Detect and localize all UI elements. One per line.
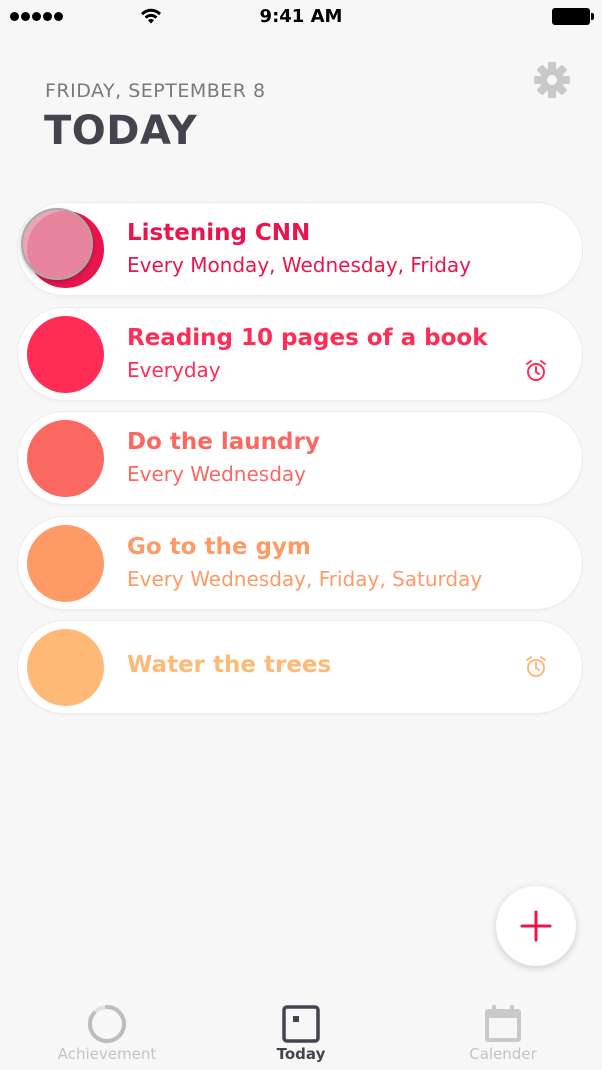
status-time: 9:41 AM — [259, 6, 343, 27]
alarm-clock-icon — [526, 656, 546, 677]
habit-card-water-trees[interactable]: Water the trees — [18, 621, 582, 713]
touch-indicator — [21, 208, 93, 280]
gear-icon[interactable] — [532, 60, 572, 100]
habit-schedule: Every Monday, Wednesday, Friday — [127, 253, 471, 277]
add-habit-button[interactable] — [496, 886, 576, 966]
habit-list: Listening CNN Every Monday, Wednesday, F… — [18, 203, 583, 726]
habit-name: Go to the gym — [127, 533, 311, 560]
tab-label: Today — [276, 1045, 326, 1063]
status-bar: 9:41 AM — [0, 0, 602, 34]
habit-card-laundry[interactable]: Do the laundry Every Wednesday — [18, 412, 582, 504]
habit-card-reading[interactable]: Reading 10 pages of a book Everyday — [18, 307, 582, 400]
alarm-clock-icon — [526, 359, 546, 381]
habit-name: Do the laundry — [127, 429, 320, 455]
habit-name: Listening CNN — [127, 220, 311, 246]
plus-icon — [520, 910, 552, 942]
habit-schedule: Everyday — [127, 357, 221, 382]
habit-card-gym[interactable]: Go to the gym Every Wednesday, Friday, S… — [18, 516, 582, 609]
habit-check-circle[interactable] — [27, 524, 104, 602]
calendar-icon — [485, 1005, 521, 1042]
tab-today[interactable]: Today — [211, 1003, 391, 1063]
battery-icon — [552, 8, 594, 25]
today-square-icon — [282, 1005, 320, 1043]
habit-check-circle[interactable] — [27, 420, 104, 497]
page-title: TODAY — [44, 108, 198, 154]
habit-check-circle[interactable] — [27, 629, 104, 706]
progress-ring-icon — [88, 1005, 126, 1043]
tab-achievement[interactable]: Achievement — [17, 1003, 197, 1063]
tab-label: Achievement — [57, 1045, 157, 1063]
habit-schedule: Every Wednesday — [127, 462, 306, 486]
habit-check-circle[interactable] — [27, 315, 104, 393]
current-date: FRIDAY, SEPTEMBER 8 — [45, 80, 266, 102]
tab-label: Calender — [469, 1045, 537, 1063]
habit-name: Water the trees — [127, 652, 332, 678]
tab-bar: Achievement Today Calender — [0, 985, 602, 1070]
habit-schedule: Every Wednesday, Friday, Saturday — [127, 566, 483, 591]
habit-card-listening-cnn[interactable]: Listening CNN Every Monday, Wednesday, F… — [18, 203, 582, 295]
habit-name: Reading 10 pages of a book — [127, 324, 488, 351]
today-screen: 9:41 AM FRIDAY, SEPTEMBER 8 TODAY Listen… — [0, 0, 602, 1070]
tab-calender[interactable]: Calender — [413, 1003, 593, 1063]
